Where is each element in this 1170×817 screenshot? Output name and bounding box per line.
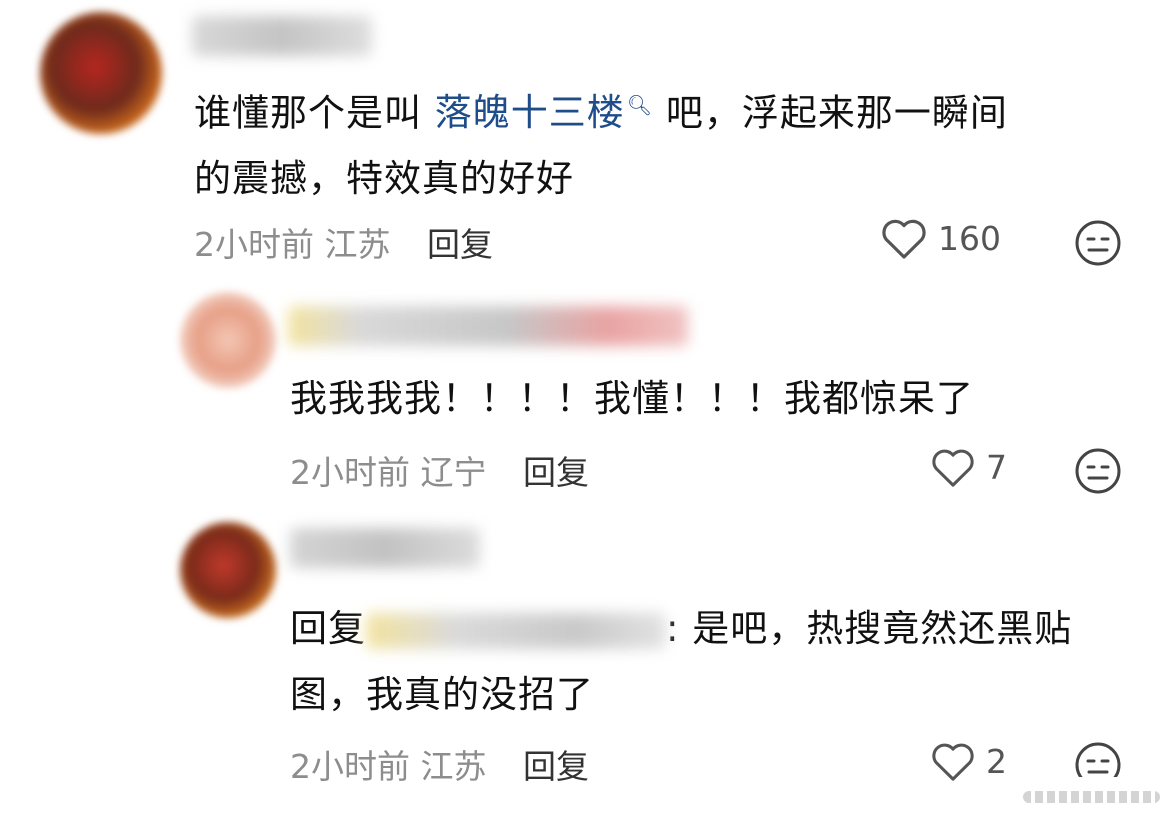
- like-count: 2: [986, 741, 1007, 781]
- search-link-label[interactable]: 落魄十三楼: [435, 91, 625, 134]
- avatar[interactable]: [40, 12, 162, 134]
- mentioned-username-blurred[interactable]: [366, 612, 666, 649]
- comment-text-line: 我我我我！！！！我懂！！！我都惊呆了: [290, 377, 974, 420]
- search-icon[interactable]: 🔍︎: [627, 72, 653, 138]
- like-button[interactable]: 7: [930, 446, 1007, 488]
- reply-button[interactable]: 回复: [523, 747, 589, 786]
- comment-time: 2小时前: [194, 225, 314, 264]
- heart-outline-icon[interactable]: [930, 446, 976, 488]
- comment-time: 2小时前: [290, 453, 410, 492]
- comment-meta: 2小时前 江苏 回复: [290, 740, 589, 788]
- reply-prefix: 回复: [290, 607, 366, 650]
- username-blurred[interactable]: [192, 16, 372, 56]
- comment-location: 江苏: [420, 747, 487, 786]
- username-blurred[interactable]: [290, 528, 480, 568]
- like-button[interactable]: 160: [880, 216, 1001, 260]
- comment-thread: 谁懂那个是叫 落魄十三楼 🔍︎ 吧，浮起来那一瞬间 的震撼，特效真的好好 2小时前…: [0, 0, 1170, 817]
- like-count: 7: [986, 447, 1007, 487]
- search-link[interactable]: 落魄十三楼 🔍︎: [435, 91, 653, 134]
- neutral-face-icon[interactable]: [1073, 446, 1123, 496]
- reply-button[interactable]: 回复: [523, 453, 589, 492]
- comment-text: 回复 : 是吧，热搜竟然还黑贴 图，我真的没招了: [290, 596, 1130, 728]
- comment-location: 江苏: [324, 225, 391, 264]
- comment-meta: 2小时前 江苏 回复: [194, 218, 493, 266]
- comment-text-line: 图，我真的没招了: [290, 673, 594, 716]
- like-count: 160: [938, 218, 1001, 258]
- comment-text-part: 吧，浮起来那一瞬间: [653, 91, 1008, 135]
- neutral-face-icon[interactable]: [1073, 218, 1123, 268]
- watermark: [1005, 777, 1170, 817]
- comment-text-line: 的震撼，特效真的好好: [194, 157, 574, 201]
- comment-text: 谁懂那个是叫 落魄十三楼 🔍︎ 吧，浮起来那一瞬间 的震撼，特效真的好好: [194, 72, 1124, 212]
- comment-text-part: : 是吧，热搜竟然还黑贴: [666, 607, 1073, 650]
- username-blurred[interactable]: [288, 306, 688, 346]
- comment-text: 我我我我！！！！我懂！！！我都惊呆了: [290, 366, 1120, 432]
- comment-location: 辽宁: [420, 453, 487, 492]
- reply-button[interactable]: 回复: [427, 225, 493, 264]
- comment-meta: 2小时前 辽宁 回复: [290, 446, 589, 494]
- comment-text-part: 谁懂那个是叫: [194, 91, 435, 135]
- heart-outline-icon[interactable]: [930, 740, 976, 782]
- heart-outline-icon[interactable]: [880, 216, 928, 260]
- comment-time: 2小时前: [290, 747, 410, 786]
- avatar[interactable]: [180, 522, 276, 618]
- watermark-pattern: [1023, 791, 1160, 803]
- like-button[interactable]: 2: [930, 740, 1007, 782]
- avatar[interactable]: [180, 292, 276, 388]
